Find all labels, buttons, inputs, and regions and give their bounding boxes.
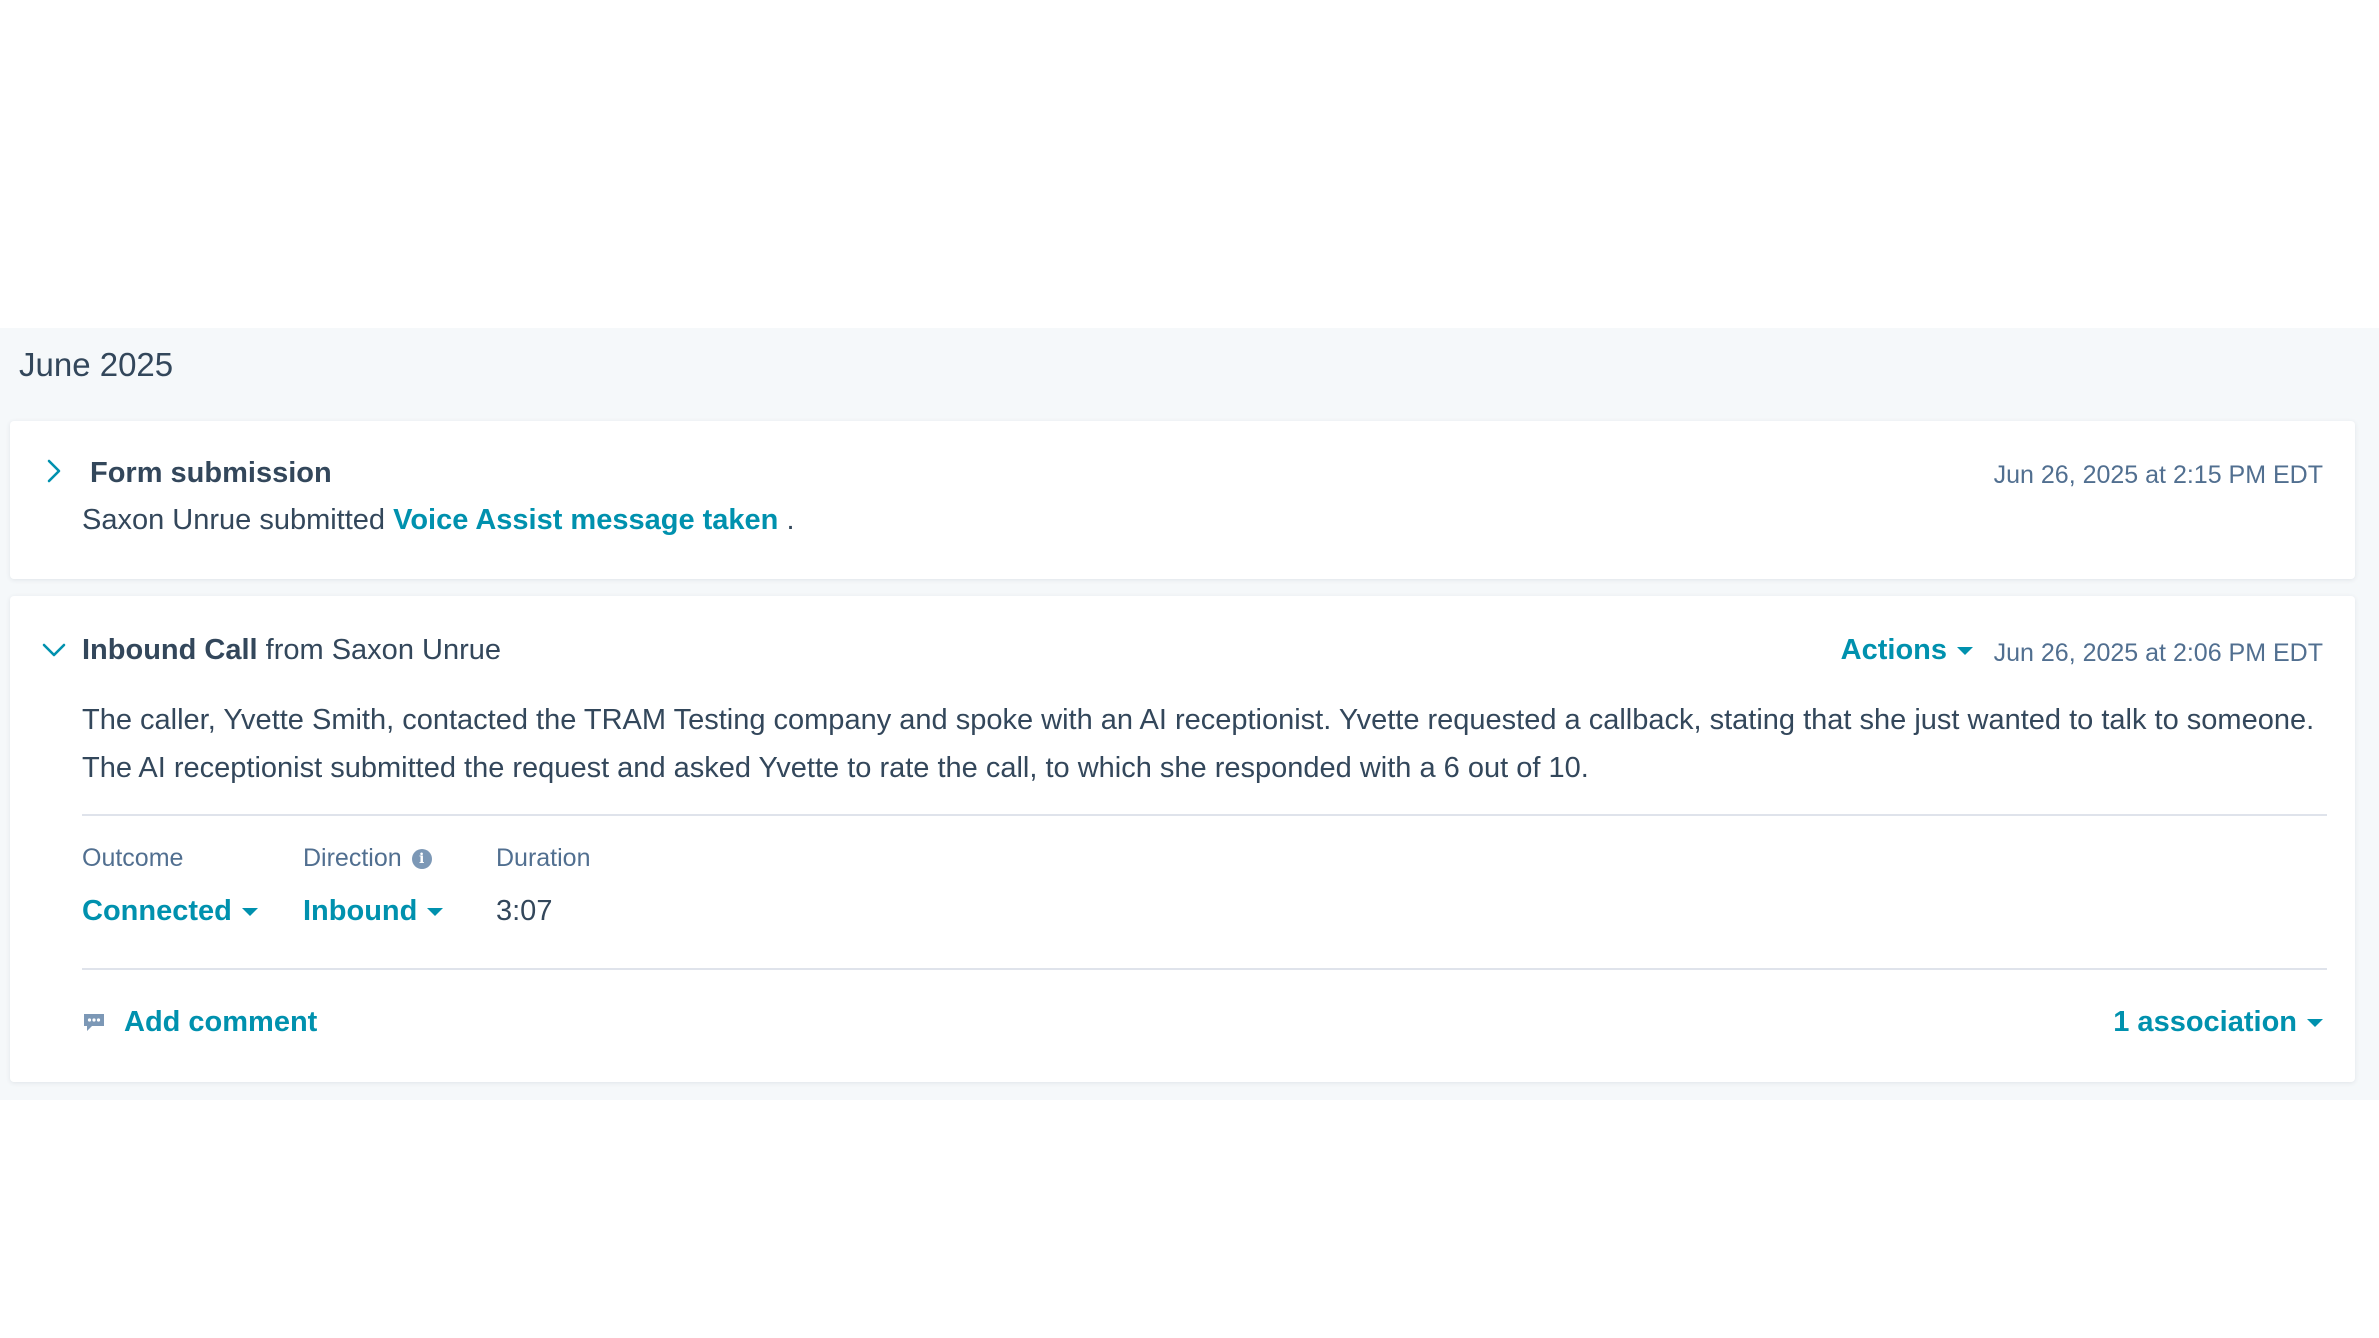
outcome-dropdown[interactable]: Connected: [82, 895, 258, 928]
add-comment-label: Add comment: [124, 1006, 318, 1038]
outcome-label: Outcome: [82, 844, 184, 872]
submitter-text: Saxon Unrue submitted: [82, 504, 386, 536]
direction-label: Direction: [303, 844, 402, 872]
inbound-call-timestamp: Jun 26, 2025 at 2:06 PM EDT: [1993, 639, 2323, 667]
actions-label: Actions: [1840, 634, 1947, 666]
activity-timeline: June 2025 Form submission Jun 26, 2025 a…: [0, 328, 2379, 1100]
divider: [82, 968, 2327, 970]
direction-label-row: Direction i: [303, 844, 443, 873]
form-submission-title-label: Form submission: [90, 457, 332, 489]
duration-label: Duration: [496, 844, 591, 872]
form-submission-card: Form submission Jun 26, 2025 at 2:15 PM …: [10, 421, 2355, 579]
direction-dropdown[interactable]: Inbound: [303, 895, 444, 928]
direction-value: Inbound: [303, 895, 418, 927]
inbound-call-card: Inbound Call from Saxon Unrue Actions Ju…: [10, 596, 2355, 1082]
caret-down-icon: [241, 907, 258, 916]
caret-down-icon: [2307, 1018, 2323, 1027]
outcome-value: Connected: [82, 895, 232, 927]
comment-icon: [84, 1013, 104, 1031]
direction-field: Direction i Inbound: [303, 844, 444, 928]
chevron-right-icon[interactable]: [36, 453, 72, 489]
duration-value: 3:07: [496, 895, 553, 927]
trailing-period: .: [786, 504, 795, 536]
actions-dropdown[interactable]: Actions: [1841, 634, 1973, 667]
page: June 2025 Form submission Jun 26, 2025 a…: [0, 0, 2379, 1338]
form-link[interactable]: Voice Assist message taken: [393, 504, 778, 536]
month-header: June 2025: [19, 346, 174, 383]
outcome-field: Outcome Connected: [82, 844, 258, 928]
association-label: 1 association: [2113, 1006, 2297, 1038]
duration-field: Duration 3:07: [496, 844, 591, 928]
form-submission-title[interactable]: Form submission: [90, 457, 332, 490]
divider: [82, 814, 2327, 816]
caret-down-icon: [427, 907, 444, 916]
chevron-down-icon[interactable]: [36, 632, 72, 668]
add-comment-button[interactable]: Add comment: [82, 1006, 317, 1039]
form-submission-timestamp: Jun 26, 2025 at 2:15 PM EDT: [1993, 461, 2323, 489]
association-dropdown[interactable]: 1 association: [2113, 1006, 2323, 1039]
inbound-call-title-rest: from Saxon Unrue: [265, 634, 501, 666]
caret-down-icon: [1957, 646, 1973, 655]
inbound-call-title-bold: Inbound Call: [82, 634, 258, 666]
info-icon[interactable]: i: [411, 848, 432, 869]
call-summary: The caller, Yvette Smith, contacted the …: [82, 704, 2315, 784]
inbound-call-title[interactable]: Inbound Call from Saxon Unrue: [82, 634, 501, 667]
form-submission-description: Saxon Unrue submitted Voice Assist messa…: [82, 504, 795, 537]
